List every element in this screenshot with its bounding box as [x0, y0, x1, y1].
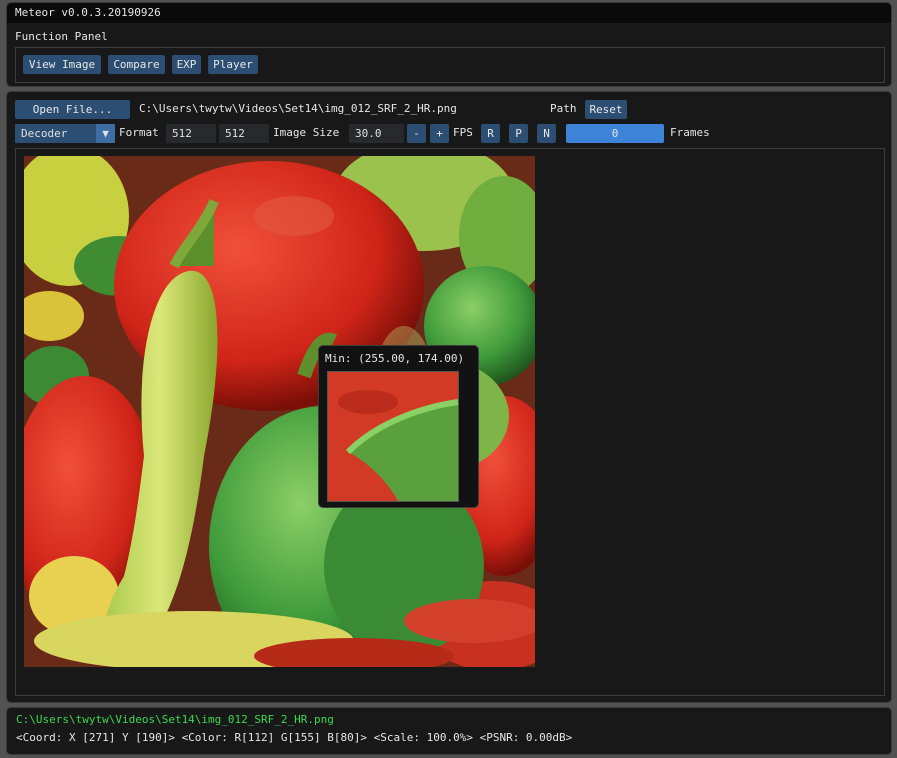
- status-path: C:\Users\twytw\Videos\Set14\img_012_SRF_…: [16, 713, 334, 726]
- status-info: <Coord: X [271] Y [190]> <Color: R[112] …: [16, 731, 573, 744]
- file-path-text: C:\Users\twytw\Videos\Set14\img_012_SRF_…: [139, 102, 457, 115]
- decoder-combo[interactable]: Decoder ▼: [15, 124, 115, 143]
- image-size-label: Image Size: [273, 126, 340, 139]
- r-button[interactable]: R: [481, 124, 500, 143]
- fps-label: FPS: [453, 126, 473, 139]
- fps-decrement-button[interactable]: -: [407, 124, 426, 143]
- player-button[interactable]: Player: [208, 55, 258, 74]
- n-button[interactable]: N: [537, 124, 556, 143]
- fps-input[interactable]: 30.0: [349, 124, 404, 143]
- tooltip-min-text: Min: (255.00, 174.00): [325, 352, 465, 365]
- open-file-button[interactable]: Open File...: [15, 100, 130, 119]
- reset-button[interactable]: Reset: [585, 100, 627, 119]
- width-input[interactable]: 512: [166, 124, 216, 143]
- path-label: Path: [550, 102, 577, 115]
- zoomed-patch: [328, 372, 458, 501]
- window-title: Meteor v0.0.3.20190926: [7, 3, 891, 23]
- main-window: Meteor v0.0.3.20190926 Function Panel Vi…: [6, 2, 892, 87]
- decoder-value: Decoder: [21, 127, 68, 140]
- function-panel-label: Function Panel: [15, 30, 108, 43]
- height-input[interactable]: 512: [219, 124, 269, 143]
- status-window: C:\Users\twytw\Videos\Set14\img_012_SRF_…: [6, 707, 892, 755]
- frame-slider[interactable]: 0: [566, 124, 664, 143]
- exp-button[interactable]: EXP: [172, 55, 201, 74]
- view-image-button[interactable]: View Image: [23, 55, 101, 74]
- magnifier-preview: [327, 371, 459, 502]
- magnifier-tooltip: Min: (255.00, 174.00): [318, 345, 479, 508]
- format-label: Format: [119, 126, 159, 139]
- compare-button[interactable]: Compare: [108, 55, 165, 74]
- fps-increment-button[interactable]: +: [430, 124, 449, 143]
- triangle-down-icon: ▼: [96, 124, 115, 143]
- p-button[interactable]: P: [509, 124, 528, 143]
- frames-label: Frames: [670, 126, 710, 139]
